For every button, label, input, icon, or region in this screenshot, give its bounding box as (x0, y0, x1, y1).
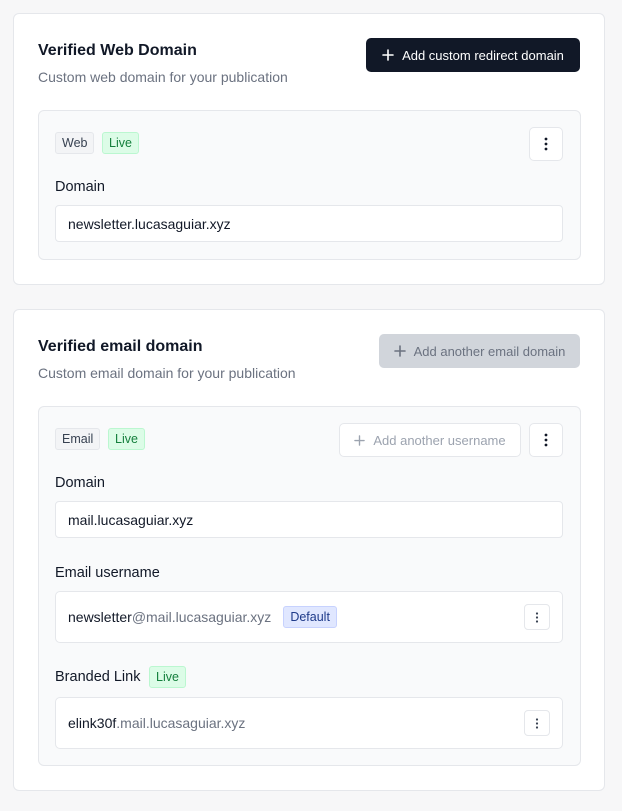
branded-link-status-badge: Live (149, 666, 186, 688)
email-domain-panel: Email Live Add another username Domain m… (38, 406, 581, 766)
domain-label: Domain (55, 179, 105, 195)
web-domain-menu-button[interactable] (529, 127, 563, 161)
plus-icon (382, 49, 394, 61)
more-vertical-icon (535, 717, 539, 729)
username-menu-button[interactable] (524, 604, 550, 630)
email-domain-subtitle: Custom email domain for your publication (38, 365, 296, 381)
add-another-username-button[interactable]: Add another username (339, 423, 521, 457)
branded-link-row: elink30f .mail.lucasaguiar.xyz (55, 697, 563, 749)
branded-link-menu-button[interactable] (524, 710, 550, 736)
email-domain-menu-button[interactable] (529, 423, 563, 457)
more-vertical-icon (535, 611, 539, 623)
email-username-label: Email username (55, 565, 160, 581)
web-domain-card: Verified Web Domain Custom web domain fo… (13, 13, 605, 285)
plus-icon (354, 434, 366, 446)
username-domain-part: @mail.lucasaguiar.xyz (131, 609, 272, 625)
type-badge: Email (55, 428, 101, 450)
add-another-username-label: Add another username (373, 432, 506, 448)
default-badge: Default (283, 606, 337, 628)
status-badge: Live (108, 428, 145, 450)
type-badge: Web (55, 132, 95, 154)
web-domain-panel: Web Live Domain newsletter.lucasaguiar.x… (38, 110, 581, 260)
plus-icon (393, 345, 406, 357)
email-domain-field[interactable]: mail.lucasaguiar.xyz (55, 501, 563, 538)
domain-label: Domain (55, 475, 105, 491)
email-domain-title: Verified email domain (38, 338, 203, 355)
add-another-email-domain-button[interactable]: Add another email domain (379, 334, 580, 368)
add-another-email-domain-label: Add another email domain (413, 343, 566, 359)
email-username-row: newsletter @mail.lucasaguiar.xyz Default (55, 591, 563, 643)
web-domain-field[interactable]: newsletter.lucasaguiar.xyz (55, 205, 563, 242)
branded-link-domain: .mail.lucasaguiar.xyz (116, 715, 246, 731)
branded-link-prefix: elink30f (68, 715, 117, 731)
status-badge: Live (102, 132, 139, 154)
more-vertical-icon (544, 137, 548, 151)
username-local-part: newsletter (68, 609, 132, 625)
add-custom-redirect-domain-label: Add custom redirect domain (402, 47, 564, 63)
email-domain-card: Verified email domain Custom email domai… (13, 309, 605, 791)
more-vertical-icon (544, 433, 548, 447)
add-custom-redirect-domain-button[interactable]: Add custom redirect domain (366, 38, 580, 72)
web-domain-title: Verified Web Domain (38, 42, 197, 59)
web-domain-subtitle: Custom web domain for your publication (38, 69, 288, 85)
branded-link-label: Branded Link (55, 669, 141, 685)
